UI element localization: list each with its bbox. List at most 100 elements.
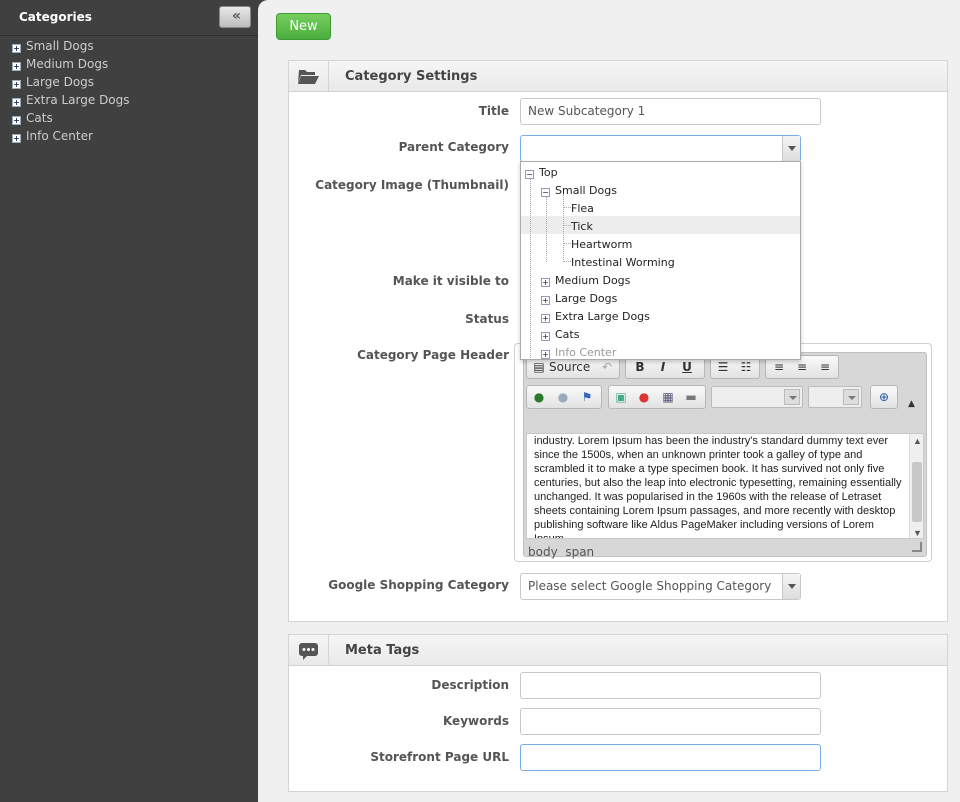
parent-category-select[interactable]: [520, 135, 801, 162]
google-shopping-select[interactable]: Please select Google Shopping Category: [520, 573, 801, 600]
collapse-sidebar-button[interactable]: «: [219, 6, 251, 28]
expand-icon[interactable]: +: [12, 116, 21, 125]
storefront-url-input[interactable]: [520, 744, 821, 771]
description-input[interactable]: [520, 672, 821, 699]
tree-node-flea[interactable]: Flea: [571, 200, 594, 218]
sidebar-title: Categories: [19, 10, 92, 24]
bold-button[interactable]: B: [632, 359, 648, 375]
chevron-down-icon[interactable]: [782, 574, 800, 599]
tree-node-top[interactable]: − Top: [525, 164, 558, 182]
scroll-up-icon[interactable]: ▲: [913, 434, 922, 448]
tree-guide-line: [563, 207, 571, 208]
scroll-down-icon[interactable]: ▼: [913, 526, 922, 538]
sidebar-item-info-center[interactable]: + Info Center: [0, 127, 258, 145]
tree-guide-line: [563, 261, 571, 262]
expand-icon[interactable]: +: [12, 80, 21, 89]
chevron-down-icon[interactable]: [782, 136, 800, 161]
expand-icon[interactable]: +: [12, 134, 21, 143]
align-right-icon[interactable]: ≡: [817, 359, 833, 375]
sidebar-item-label: Info Center: [26, 129, 93, 143]
tree-guide-line: [563, 225, 571, 226]
tree-node-heartworm[interactable]: Heartworm: [571, 236, 632, 254]
editor-scrollbar[interactable]: ▲ ▼: [909, 434, 923, 538]
tree-node-medium-dogs[interactable]: + Medium Dogs: [541, 272, 630, 290]
align-left-icon[interactable]: ≡: [771, 359, 787, 375]
collapse-icon[interactable]: −: [525, 170, 534, 179]
size-combo[interactable]: [808, 386, 862, 408]
tree-node-label: Extra Large Dogs: [555, 310, 650, 323]
collapse-toolbar-icon[interactable]: ▲: [908, 399, 915, 409]
title-input[interactable]: New Subcategory 1: [520, 98, 821, 125]
align-center-icon[interactable]: ≡: [794, 359, 810, 375]
tree-node-tick[interactable]: Tick: [571, 218, 593, 236]
tree-node-extra-large-dogs[interactable]: + Extra Large Dogs: [541, 308, 650, 326]
path-body[interactable]: body: [528, 545, 558, 559]
expand-icon[interactable]: +: [541, 296, 550, 305]
expand-icon[interactable]: +: [12, 98, 21, 107]
table-icon[interactable]: ▦: [660, 389, 676, 405]
storefront-url-label: Storefront Page URL: [370, 750, 509, 764]
editor-frame: ▤ Source ↶ B I U ☰ ☷ ≡ ≡ ≡ ● ● ⚑ ▣ ● ▦ ▬…: [523, 352, 927, 559]
category-sidebar: Categories « + Small Dogs + Medium Dogs + L…: [0, 0, 258, 802]
panel-header: Category Settings: [289, 61, 947, 92]
format-combo[interactable]: [711, 386, 803, 408]
category-tree: + Small Dogs + Medium Dogs + Large Dogs + Ex…: [0, 36, 258, 145]
chevron-down-icon[interactable]: [784, 389, 800, 405]
panel-title: Meta Tags: [345, 643, 420, 658]
link-toolbar-group: ● ● ⚑: [526, 385, 602, 409]
status-label: Status: [465, 312, 509, 326]
italic-button[interactable]: I: [655, 359, 671, 375]
source-button[interactable]: Source: [549, 359, 590, 375]
undo-icon[interactable]: ↶: [599, 359, 615, 375]
sidebar-item-small-dogs[interactable]: + Small Dogs: [0, 37, 258, 55]
anchor-flag-icon[interactable]: ⚑: [579, 389, 595, 405]
tree-node-intestinal-worming[interactable]: Intestinal Worming: [571, 254, 675, 272]
flash-icon[interactable]: ●: [636, 389, 652, 405]
sidebar-item-cats[interactable]: + Cats: [0, 109, 258, 127]
expand-icon[interactable]: +: [541, 314, 550, 323]
unlink-icon[interactable]: ●: [555, 389, 571, 405]
document-icon[interactable]: ▤: [531, 359, 547, 375]
sidebar-header: Categories «: [0, 0, 258, 36]
numbered-list-icon[interactable]: ☰: [715, 359, 731, 375]
tree-node-small-dogs[interactable]: − Small Dogs: [541, 182, 617, 200]
tree-node-info-center[interactable]: + Info Center: [541, 344, 616, 359]
category-page-header-label: Category Page Header: [357, 348, 509, 362]
path-span[interactable]: span: [565, 545, 594, 559]
parent-category-dropdown: − Top − Small Dogs Flea Tick Heartworm Int…: [520, 161, 801, 360]
sidebar-item-large-dogs[interactable]: + Large Dogs: [0, 73, 258, 91]
resize-handle-icon[interactable]: [912, 542, 922, 552]
rich-text-editor: ▤ Source ↶ B I U ☰ ☷ ≡ ≡ ≡ ● ● ⚑ ▣ ● ▦ ▬…: [514, 343, 932, 562]
sidebar-item-extra-large-dogs[interactable]: + Extra Large Dogs: [0, 91, 258, 109]
scroll-thumb[interactable]: [912, 462, 922, 522]
tree-guide-line: [563, 194, 564, 262]
keywords-label: Keywords: [442, 714, 509, 728]
speech-bubble-icon: [289, 635, 329, 665]
horizontal-rule-icon[interactable]: ▬: [683, 389, 699, 405]
sidebar-item-label: Medium Dogs: [26, 57, 109, 71]
chevron-down-icon[interactable]: [843, 389, 859, 405]
expand-icon[interactable]: +: [12, 44, 21, 53]
tree-node-label: Large Dogs: [555, 292, 618, 305]
editor-content[interactable]: industry. Lorem Ipsum has been the indus…: [526, 433, 924, 539]
new-button[interactable]: New: [276, 13, 331, 40]
maximize-icon[interactable]: ⊕: [876, 389, 892, 405]
parent-category-label: Parent Category: [398, 140, 509, 154]
expand-icon[interactable]: +: [12, 62, 21, 71]
folder-open-icon: [289, 61, 329, 91]
keywords-input[interactable]: [520, 708, 821, 735]
tree-node-large-dogs[interactable]: + Large Dogs: [541, 290, 617, 308]
expand-icon[interactable]: +: [541, 350, 550, 359]
underline-button[interactable]: U: [679, 359, 695, 375]
bulleted-list-icon[interactable]: ☷: [738, 359, 754, 375]
google-shopping-value: Please select Google Shopping Category: [528, 579, 772, 593]
link-icon[interactable]: ●: [531, 389, 547, 405]
image-icon[interactable]: ▣: [613, 389, 629, 405]
expand-icon[interactable]: +: [541, 332, 550, 341]
expand-icon[interactable]: +: [541, 278, 550, 287]
tree-node-cats[interactable]: + Cats: [541, 326, 579, 344]
panel-header: Meta Tags: [289, 635, 947, 666]
tree-guide-line: [546, 194, 547, 262]
sidebar-item-medium-dogs[interactable]: + Medium Dogs: [0, 55, 258, 73]
collapse-icon[interactable]: −: [541, 188, 550, 197]
